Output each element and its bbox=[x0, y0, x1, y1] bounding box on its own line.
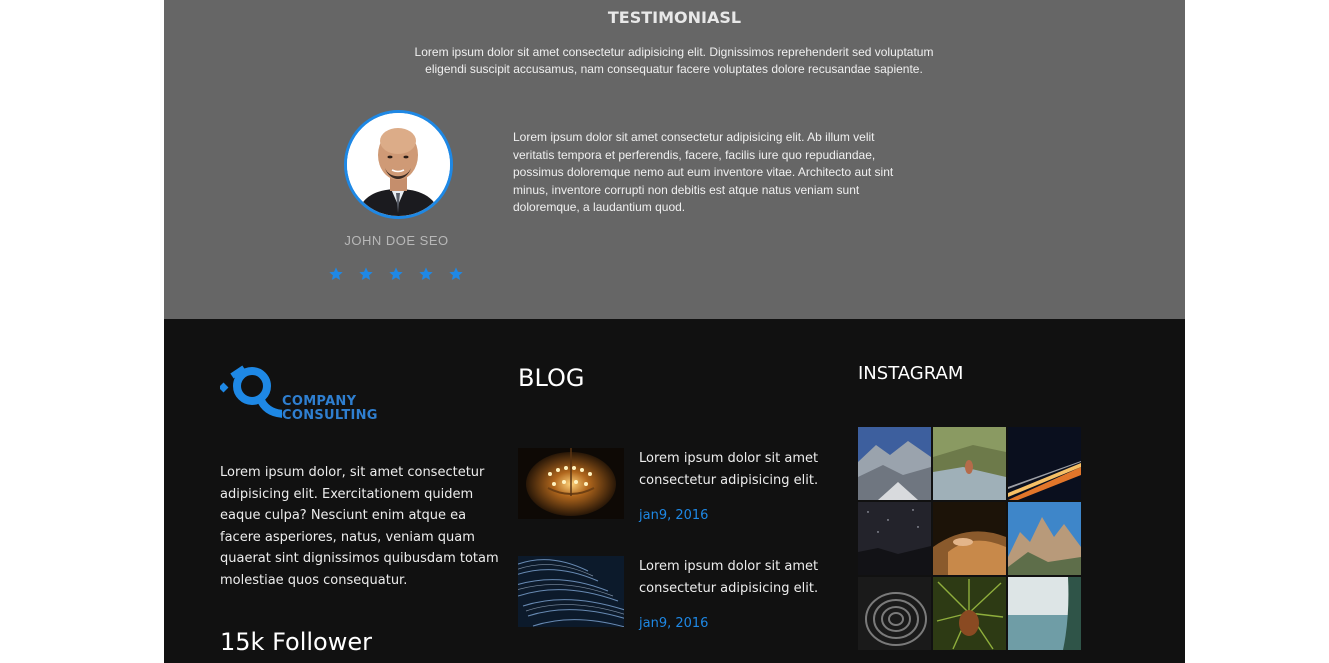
rating-stars bbox=[326, 264, 466, 284]
chandelier-photo bbox=[518, 448, 624, 519]
night-sky-photo bbox=[858, 502, 931, 575]
instagram-photo[interactable] bbox=[858, 502, 931, 575]
blog-post[interactable]: Lorem ipsum dolor sit amet consectetur a… bbox=[518, 448, 828, 528]
logo-text-line1: COMPANY bbox=[282, 394, 357, 409]
rocky-peaks-photo bbox=[1008, 502, 1081, 575]
star-icon bbox=[386, 264, 406, 284]
blog-post-date: jan9, 2016 bbox=[639, 508, 709, 523]
mountain-valley-photo bbox=[858, 427, 931, 500]
person-name: JOHN DOE SEO bbox=[344, 233, 449, 248]
person-photo bbox=[347, 113, 450, 216]
instagram-photo[interactable] bbox=[933, 427, 1006, 500]
instagram-photo[interactable] bbox=[858, 577, 931, 650]
instagram-photo[interactable] bbox=[933, 577, 1006, 650]
testimonials-title: TESTIMONIASL bbox=[607, 8, 742, 27]
testimonials-section: TESTIMONIASL Lorem ipsum dolor sit amet … bbox=[164, 0, 1185, 319]
night-highway-photo bbox=[1008, 427, 1081, 500]
blog-post-date: jan9, 2016 bbox=[639, 616, 709, 631]
blog-post-title[interactable]: Lorem ipsum dolor sit amet consectetur a… bbox=[639, 448, 829, 491]
instagram-photo[interactable] bbox=[1008, 502, 1081, 575]
instagram-photo[interactable] bbox=[1008, 577, 1081, 650]
logo-text-line2: CONSULTING bbox=[282, 408, 378, 423]
blog-post[interactable]: Lorem ipsum dolor sit amet consectetur a… bbox=[518, 556, 828, 636]
tunnel-photo bbox=[858, 577, 931, 650]
pine-cone-photo bbox=[933, 577, 1006, 650]
logo-mark-icon bbox=[220, 365, 282, 418]
follower-count: 15k Follower bbox=[220, 628, 372, 656]
about-text: Lorem ipsum dolor, sit amet consectetur … bbox=[220, 465, 499, 588]
blog-heading: BLOG bbox=[518, 364, 585, 392]
instagram-photo[interactable] bbox=[933, 502, 1006, 575]
star-icon bbox=[326, 264, 346, 284]
sea-coast-photo bbox=[1008, 577, 1081, 650]
blog-post-thumbnail[interactable] bbox=[518, 448, 624, 519]
star-icon bbox=[356, 264, 376, 284]
star-trails-photo bbox=[518, 556, 624, 627]
instagram-photo[interactable] bbox=[858, 427, 931, 500]
sand-dune-photo bbox=[933, 502, 1006, 575]
instagram-grid bbox=[858, 427, 1083, 651]
instagram-photo[interactable] bbox=[1008, 427, 1081, 500]
testimonial-quote: Lorem ipsum dolor sit amet consectetur a… bbox=[513, 130, 894, 214]
blog-post-title[interactable]: Lorem ipsum dolor sit amet consectetur a… bbox=[639, 556, 829, 599]
instagram-heading: INSTAGRAM bbox=[858, 363, 964, 384]
page: TESTIMONIASL Lorem ipsum dolor sit amet … bbox=[164, 0, 1185, 663]
footer: COMPANY CONSULTING Lorem ipsum dolor, si… bbox=[164, 319, 1185, 663]
blog-post-thumbnail[interactable] bbox=[518, 556, 624, 627]
company-logo[interactable]: COMPANY CONSULTING bbox=[220, 362, 390, 423]
hiker-on-rocks-photo bbox=[933, 427, 1006, 500]
star-icon bbox=[416, 264, 436, 284]
star-icon bbox=[446, 264, 466, 284]
avatar bbox=[344, 110, 453, 219]
testimonials-intro: Lorem ipsum dolor sit amet consectetur a… bbox=[414, 45, 934, 76]
